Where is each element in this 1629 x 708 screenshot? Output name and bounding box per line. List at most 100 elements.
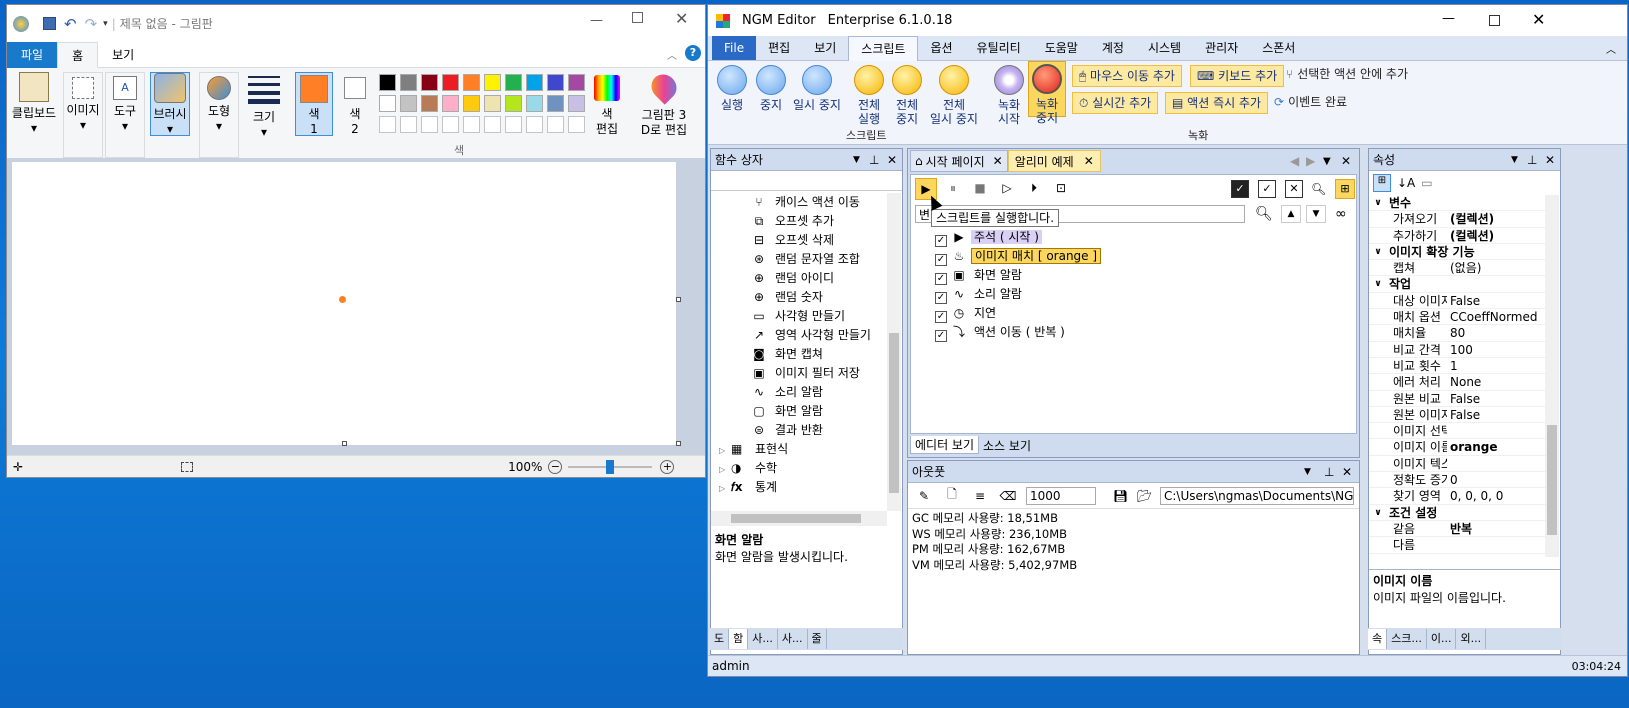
- property-category[interactable]: ∨ 변수: [1369, 195, 1546, 212]
- tab-source-view[interactable]: 소스 보기: [979, 437, 1035, 454]
- tab-close-icon[interactable]: ✕: [1084, 154, 1094, 168]
- add-mouse-move-button[interactable]: 🖱 마우스 이동 추가: [1072, 65, 1182, 87]
- bottom-tab[interactable]: 사...: [748, 629, 778, 649]
- zoom-in-button[interactable]: +: [660, 459, 675, 474]
- pause-all-button[interactable]: 전체 일시 중지: [926, 63, 982, 126]
- tab-list-icon[interactable]: ▼: [1323, 156, 1331, 167]
- add-inside-selected-action-button[interactable]: ⑂ 선택한 액션 안에 추가: [1286, 67, 1408, 81]
- shapes-button[interactable]: 도형 ▾: [199, 72, 239, 158]
- script-action-row[interactable]: ✓ ◷ 지연: [935, 304, 1356, 323]
- palette-color-swatch[interactable]: [379, 95, 396, 112]
- function-list-item[interactable]: ◙ 화면 캡쳐: [711, 345, 902, 364]
- document-close-icon[interactable]: ✕: [1341, 154, 1351, 168]
- stop-script-button[interactable]: ■: [969, 178, 991, 200]
- check-button[interactable]: ✓: [1258, 180, 1276, 198]
- palette-color-swatch[interactable]: [505, 95, 522, 112]
- close-button[interactable]: ✕: [675, 9, 688, 28]
- zoom-slider-thumb[interactable]: [606, 459, 615, 474]
- palette-color-swatch[interactable]: [400, 95, 417, 112]
- menu-item[interactable]: 관리자: [1193, 36, 1250, 60]
- property-category[interactable]: ∨ 이미지 확장 기능: [1369, 243, 1546, 261]
- palette-color-swatch[interactable]: [442, 74, 459, 91]
- function-list-item[interactable]: ⑂ 캐이스 액션 이동: [711, 193, 902, 212]
- property-row[interactable]: 가져오기 (컬렉션): [1369, 211, 1546, 228]
- help-icon[interactable]: ?: [685, 45, 701, 61]
- pin-icon[interactable]: ⊥: [869, 149, 879, 171]
- tab-close-icon[interactable]: ✕: [993, 154, 1003, 168]
- zoom-out-button[interactable]: −: [548, 459, 563, 474]
- clipboard-button[interactable]: 클립보드 ▾: [9, 72, 59, 136]
- function-list-item[interactable]: ▭ 사각형 만들기: [711, 307, 902, 326]
- tab-prev-icon[interactable]: ◀: [1290, 154, 1299, 168]
- palette-empty-swatch[interactable]: [547, 116, 564, 133]
- resize-handle-bottom[interactable]: [342, 441, 347, 446]
- property-row[interactable]: 원본 이미지 False: [1369, 407, 1546, 424]
- property-row[interactable]: 캡쳐 (없음): [1369, 260, 1546, 277]
- function-group[interactable]: ▷ ◑ 수학: [711, 459, 902, 478]
- maximize-button[interactable]: [632, 12, 643, 23]
- size-button[interactable]: 크기 ▾: [244, 72, 284, 140]
- palette-empty-swatch[interactable]: [568, 116, 585, 133]
- menu-item[interactable]: 유틸리티: [965, 36, 1033, 60]
- color1-button[interactable]: 색 1: [295, 72, 333, 136]
- panel-dropdown-icon[interactable]: ▼: [1304, 461, 1311, 483]
- palette-empty-swatch[interactable]: [442, 116, 459, 133]
- property-row[interactable]: 매치율 80: [1369, 325, 1546, 342]
- search-up-button[interactable]: ▲: [1281, 205, 1301, 223]
- palette-empty-swatch[interactable]: [526, 116, 543, 133]
- record-stop-button[interactable]: 녹화 중지: [1028, 61, 1066, 125]
- drawing-canvas[interactable]: [12, 162, 676, 445]
- function-list-item[interactable]: ⊕ 랜덤 아이디: [711, 269, 902, 288]
- paint-app-icon[interactable]: [13, 15, 29, 32]
- bottom-tab[interactable]: 스크...: [1387, 629, 1427, 649]
- palette-empty-swatch[interactable]: [484, 116, 501, 133]
- pin-icon[interactable]: ⊥: [1324, 461, 1334, 483]
- palette-color-swatch[interactable]: [568, 74, 585, 91]
- search-button-icon[interactable]: 🔍︎: [1255, 206, 1273, 222]
- stop-all-button[interactable]: 전체 중지: [888, 63, 926, 126]
- open-folder-icon[interactable]: 📂︎: [1137, 489, 1152, 503]
- check-all-button[interactable]: ✓: [1231, 180, 1249, 198]
- property-row[interactable]: 비교 횟수 1: [1369, 358, 1546, 375]
- property-row[interactable]: 매치 옵션 CCoeffNormed: [1369, 309, 1546, 326]
- save-output-icon[interactable]: 💾︎: [1113, 489, 1128, 503]
- bottom-tab[interactable]: 외...: [1456, 629, 1487, 649]
- property-row[interactable]: 찾기 영역 0, 0, 0, 0: [1369, 488, 1546, 505]
- menu-item[interactable]: 보기: [802, 36, 848, 60]
- palette-empty-swatch[interactable]: [463, 116, 480, 133]
- menu-item[interactable]: 계정: [1090, 36, 1136, 60]
- palette-color-swatch[interactable]: [484, 74, 501, 91]
- palette-color-swatch[interactable]: [379, 74, 396, 91]
- palette-color-swatch[interactable]: [526, 74, 543, 91]
- panel-dropdown-icon[interactable]: ▼: [1511, 149, 1518, 171]
- property-row[interactable]: 에러 처리 None: [1369, 374, 1546, 391]
- file-icon[interactable]: 🗋: [942, 485, 962, 506]
- panel-dropdown-icon[interactable]: ▼: [853, 149, 860, 171]
- undo-icon[interactable]: ↶: [64, 15, 77, 33]
- add-action-immediately-button[interactable]: ▤ 액션 즉시 추가: [1165, 92, 1269, 114]
- bottom-tab[interactable]: 사...: [778, 629, 808, 649]
- action-checkbox[interactable]: ✓: [935, 235, 947, 247]
- close-button[interactable]: ✕: [1532, 10, 1545, 29]
- expand-icon[interactable]: ▷: [719, 479, 731, 498]
- pin-icon[interactable]: ⊥: [1527, 149, 1537, 171]
- property-row[interactable]: 비교 간격 100: [1369, 342, 1546, 358]
- palette-color-swatch[interactable]: [526, 95, 543, 112]
- function-group[interactable]: ▷ 𝑓x 통계: [711, 478, 902, 497]
- record-start-button[interactable]: 녹화 시작: [990, 63, 1028, 126]
- function-list-item[interactable]: ⊕ 랜덤 숫자: [711, 288, 902, 307]
- palette-color-swatch[interactable]: [463, 74, 480, 91]
- stop-button[interactable]: 중지: [752, 63, 790, 112]
- collapse-icon[interactable]: ∨: [1371, 244, 1385, 259]
- function-list-item[interactable]: ⊟ 오프셋 삭제: [711, 231, 902, 250]
- sort-alpha-icon[interactable]: ↓A: [1397, 176, 1415, 190]
- tab-notifier-example[interactable]: 알리미 예제 ✕: [1007, 150, 1101, 172]
- lines-icon[interactable]: ≡: [970, 489, 990, 503]
- palette-empty-swatch[interactable]: [421, 116, 438, 133]
- property-row[interactable]: 정확도 증가 0: [1369, 472, 1546, 489]
- property-row[interactable]: 이미지 선택: [1369, 423, 1546, 440]
- palette-empty-swatch[interactable]: [379, 116, 396, 133]
- action-checkbox[interactable]: ✓: [935, 254, 947, 266]
- palette-color-swatch[interactable]: [484, 95, 501, 112]
- function-group[interactable]: ▷ ▦ 표현식: [711, 440, 902, 459]
